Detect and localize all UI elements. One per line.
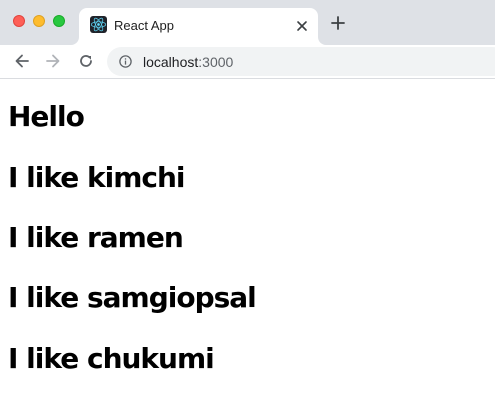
info-icon[interactable] — [119, 55, 132, 68]
browser-window: React App localhost:3000 Hello I like ki… — [0, 0, 495, 419]
url-port: :3000 — [198, 54, 234, 70]
url-text: localhost:3000 — [143, 54, 233, 70]
arrow-left-icon[interactable] — [14, 53, 30, 69]
address-bar[interactable]: localhost:3000 — [107, 47, 495, 76]
plus-icon[interactable] — [331, 16, 345, 30]
window-close-button[interactable] — [13, 15, 25, 27]
greeting-heading: Hello — [8, 100, 85, 133]
food-heading: I like ramen — [8, 221, 184, 254]
food-heading: I like samgiopsal — [8, 281, 257, 314]
page-content: Hello I like kimchi I like ramen I like … — [0, 79, 495, 419]
window-maximize-button[interactable] — [53, 15, 65, 27]
url-host: localhost — [143, 54, 199, 70]
arrow-right-icon[interactable] — [45, 53, 61, 69]
react-logo-icon — [90, 16, 107, 33]
tab-react-app[interactable]: React App — [79, 8, 318, 45]
tab-strip: React App — [0, 0, 495, 45]
tab-title: React App — [114, 18, 174, 33]
food-heading: I like kimchi — [8, 161, 185, 194]
close-icon[interactable] — [296, 19, 308, 31]
window-minimize-button[interactable] — [33, 15, 45, 27]
food-heading: I like chukumi — [8, 342, 215, 375]
reload-icon[interactable] — [78, 53, 94, 69]
browser-toolbar: localhost:3000 — [0, 45, 495, 79]
